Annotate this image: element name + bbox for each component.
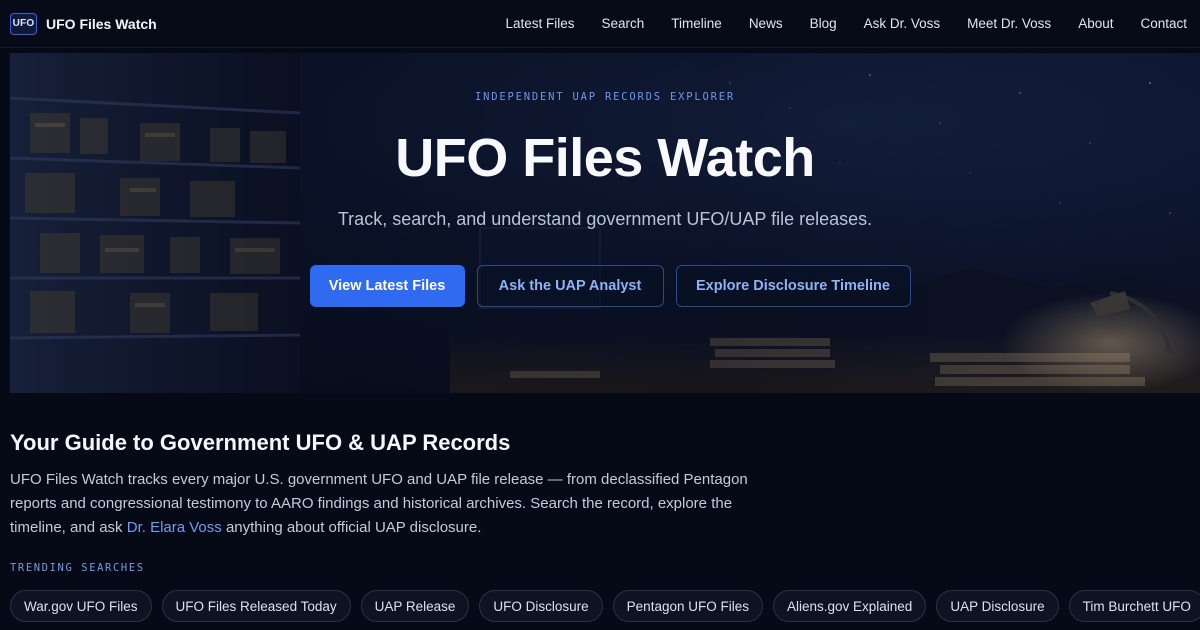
- hero-subtitle: Track, search, and understand government…: [337, 209, 873, 229]
- trending-searches-list: War.gov UFO Files UFO Files Released Tod…: [10, 590, 1200, 622]
- nav-link-about[interactable]: About: [1078, 16, 1113, 31]
- nav-link-latest-files[interactable]: Latest Files: [505, 16, 574, 31]
- nav-link-timeline[interactable]: Timeline: [671, 16, 722, 31]
- trending-searches-label: TRENDING SEARCHES: [10, 562, 145, 574]
- trending-chip[interactable]: War.gov UFO Files: [10, 590, 152, 622]
- nav-link-news[interactable]: News: [749, 16, 783, 31]
- ask-uap-analyst-button[interactable]: Ask the UAP Analyst: [476, 265, 664, 307]
- nav-link-contact[interactable]: Contact: [1140, 16, 1187, 31]
- trending-chip[interactable]: UFO Files Released Today: [161, 590, 351, 622]
- hero-eyebrow: INDEPENDENT UAP RECORDS EXPLORER: [475, 91, 735, 103]
- trending-chip[interactable]: UAP Disclosure: [936, 590, 1059, 622]
- nav-link-blog[interactable]: Blog: [810, 16, 837, 31]
- nav-links: Latest Files Search Timeline News Blog A…: [505, 16, 1190, 31]
- hero-title: UFO Files Watch: [395, 128, 815, 188]
- trending-chip[interactable]: UFO Disclosure: [479, 590, 603, 622]
- trending-chip[interactable]: Pentagon UFO Files: [612, 590, 763, 622]
- guide-section: Your Guide to Government UFO & UAP Recor…: [10, 430, 1190, 540]
- nav-link-meet-dr-voss[interactable]: Meet Dr. Voss: [967, 16, 1051, 31]
- hero-banner: INDEPENDENT UAP RECORDS EXPLORER UFO Fil…: [10, 53, 1200, 393]
- hero-content: INDEPENDENT UAP RECORDS EXPLORER UFO Fil…: [10, 53, 1200, 393]
- top-nav: UFO UFO Files Watch Latest Files Search …: [0, 0, 1200, 48]
- nav-link-search[interactable]: Search: [602, 16, 645, 31]
- trending-chip[interactable]: UAP Release: [360, 590, 470, 622]
- brand-name: UFO Files Watch: [46, 15, 157, 32]
- explore-timeline-button[interactable]: Explore Disclosure Timeline: [675, 265, 911, 307]
- guide-title: Your Guide to Government UFO & UAP Recor…: [10, 430, 511, 455]
- ufo-logo-icon: UFO: [10, 12, 37, 35]
- nav-link-ask-dr-voss[interactable]: Ask Dr. Voss: [864, 16, 941, 31]
- dr-elara-voss-link[interactable]: Dr. Elara Voss: [127, 519, 222, 536]
- hero-cta-group: View Latest Files Ask the UAP Analyst Ex…: [10, 265, 1200, 307]
- trending-chip[interactable]: Tim Burchett UFO: [1068, 590, 1200, 622]
- view-latest-files-button[interactable]: View Latest Files: [309, 265, 465, 307]
- brand-link[interactable]: UFO UFO Files Watch: [10, 12, 157, 35]
- guide-description: UFO Files Watch tracks every major U.S. …: [10, 471, 748, 536]
- trending-chip[interactable]: Aliens.gov Explained: [772, 590, 927, 622]
